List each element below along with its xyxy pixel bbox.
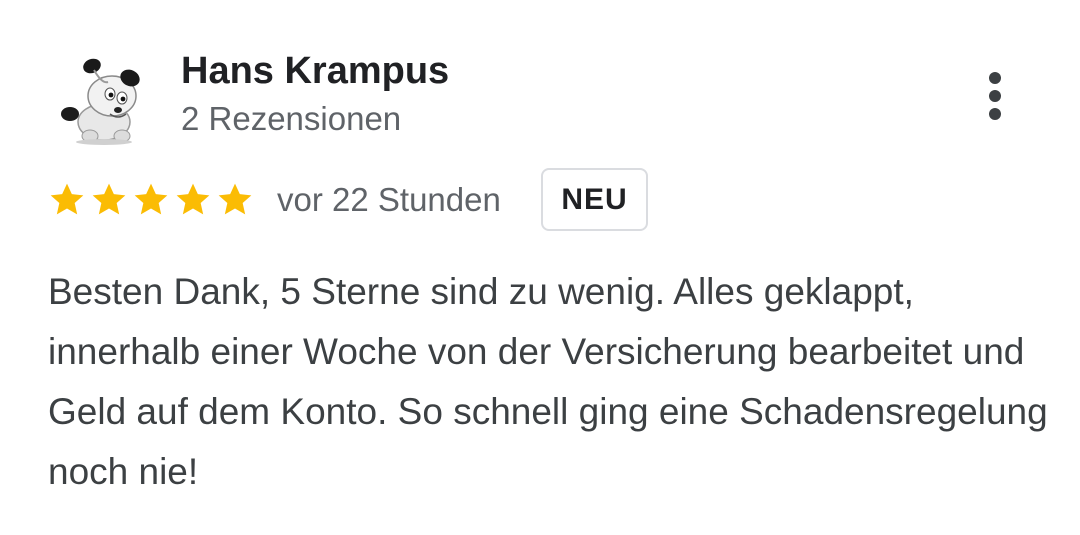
reviewer-name[interactable]: Hans Krampus <box>181 48 449 94</box>
avatar[interactable] <box>52 48 150 146</box>
review-text: Besten Dank, 5 Sterne sind zu wenig. All… <box>48 271 1048 492</box>
cartoon-dog-avatar-icon <box>61 58 140 145</box>
more-vert-icon <box>989 108 1001 120</box>
more-vert-icon <box>989 90 1001 102</box>
review-count: 2 Rezensionen <box>181 100 402 137</box>
star-rating <box>46 180 256 220</box>
review-card: Hans Krampus 2 Rezensionen vor 22 Stunde… <box>0 0 1080 535</box>
star-icon <box>46 180 88 220</box>
more-vert-icon <box>989 72 1001 84</box>
review-timestamp: vor 22 Stunden <box>277 181 501 218</box>
star-icon <box>172 180 214 220</box>
more-options-button[interactable] <box>972 66 1018 126</box>
star-icon <box>130 180 172 220</box>
new-badge: NEU <box>541 168 648 231</box>
star-icon <box>214 180 256 220</box>
star-icon <box>88 180 130 220</box>
